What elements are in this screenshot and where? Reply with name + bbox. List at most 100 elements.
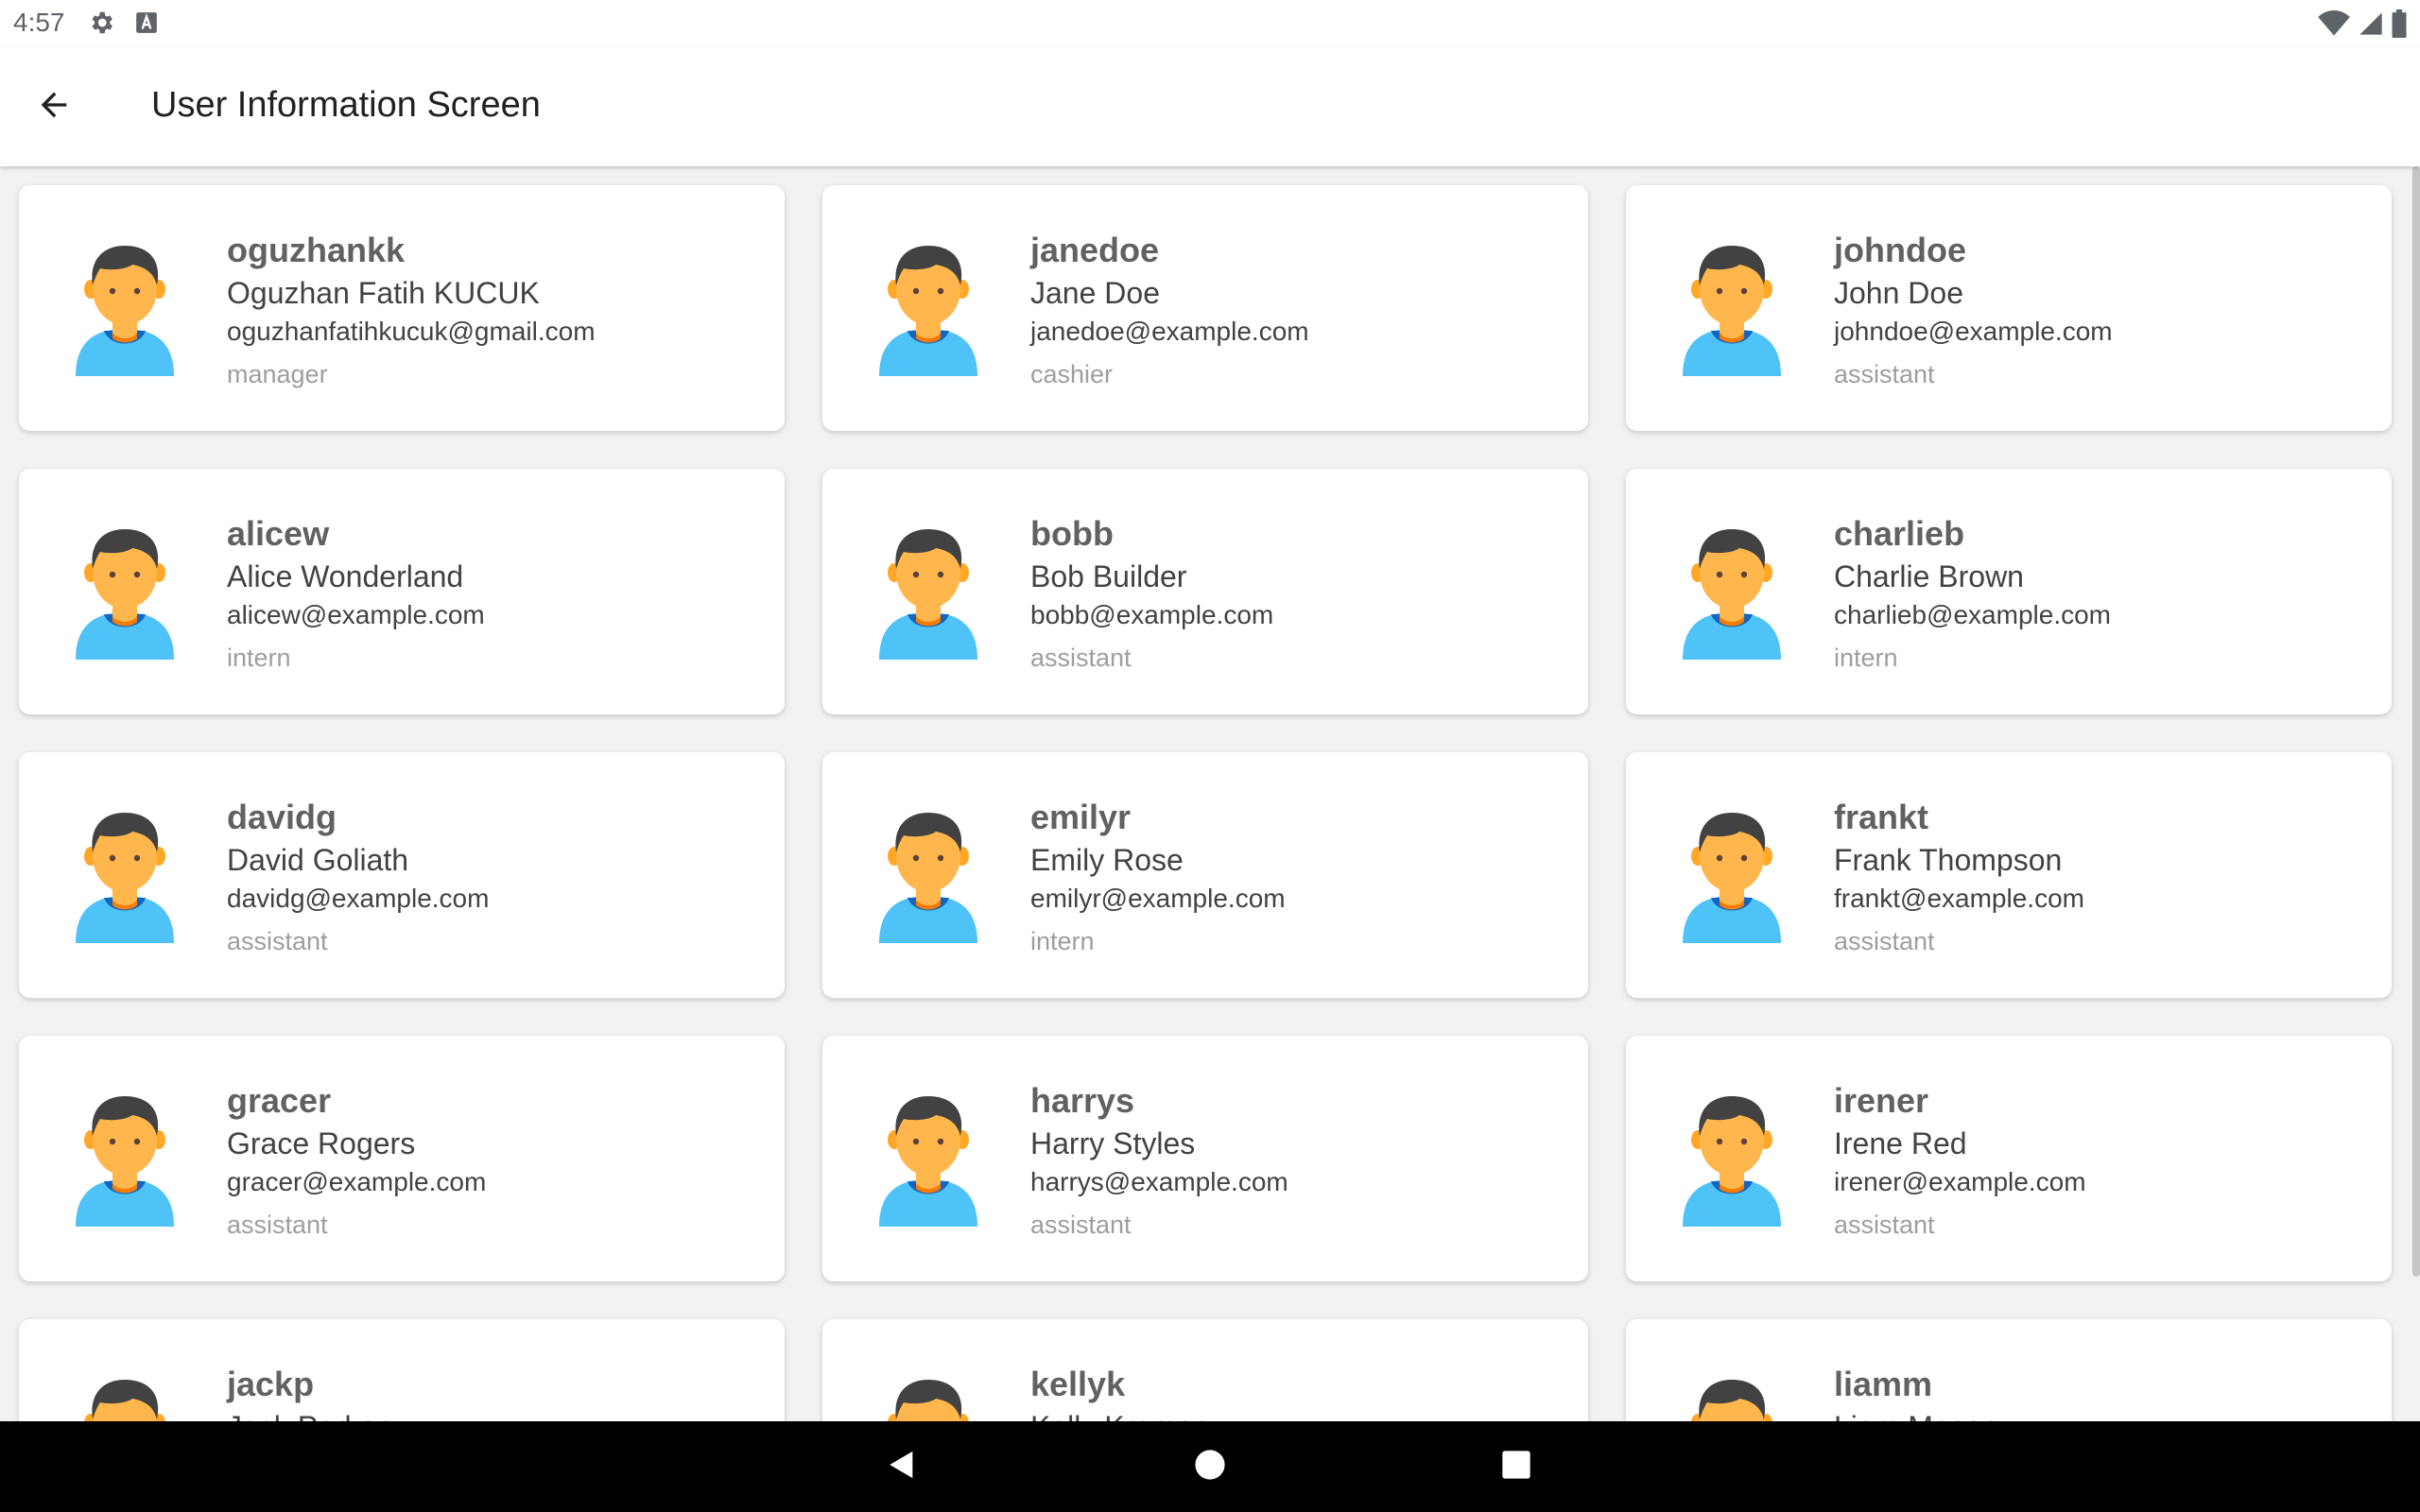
user-info: alicew Alice Wonderland alicew@example.c…	[227, 512, 766, 677]
user-username: frankt	[1834, 798, 1929, 836]
user-full-name: Kelly Kramer	[1030, 1406, 1569, 1421]
user-full-name: Alice Wonderland	[227, 559, 464, 593]
user-info: davidg David Goliath davidg@example.com …	[227, 796, 766, 960]
arrow-back-icon	[35, 86, 73, 129]
user-full-name: Bob Builder	[1030, 559, 1187, 593]
user-card[interactable]: frankt Frank Thompson frankt@example.com…	[1626, 752, 2392, 998]
user-role: assistant	[227, 1211, 328, 1239]
scrollbar[interactable]	[2412, 166, 2420, 1277]
user-role: assistant	[1834, 360, 1935, 388]
home-circle-icon	[1194, 1449, 1226, 1486]
user-full-name: Oguzhan Fatih KUCUK	[227, 276, 540, 310]
user-full-name: David Goliath	[227, 843, 409, 877]
user-card[interactable]: emilyr Emily Rose emilyr@example.com int…	[822, 752, 1588, 998]
user-info: liamm Liam Mason	[1834, 1363, 2373, 1421]
user-card[interactable]: janedoe Jane Doe janedoe@example.com cas…	[822, 185, 1588, 431]
nav-back-button[interactable]	[877, 1442, 926, 1491]
back-button[interactable]	[21, 74, 87, 140]
user-card[interactable]: davidg David Goliath davidg@example.com …	[19, 752, 785, 998]
user-info: harrys Harry Styles harrys@example.com a…	[1030, 1079, 1569, 1244]
user-card[interactable]: alicew Alice Wonderland alicew@example.c…	[19, 469, 785, 714]
user-full-name: Grace Rogers	[227, 1126, 416, 1160]
user-card[interactable]: liamm Liam Mason	[1626, 1319, 2392, 1421]
user-card[interactable]: jackp Jack Parker	[19, 1319, 785, 1421]
status-time: 4:57	[13, 8, 65, 37]
user-avatar-icon	[875, 809, 981, 943]
user-email: gracer@example.com	[227, 1167, 487, 1196]
user-username: janedoe	[1030, 231, 1160, 269]
user-email: harrys@example.com	[1030, 1167, 1288, 1196]
status-bar: 4:57	[0, 0, 2420, 47]
user-role: intern	[1834, 644, 1898, 672]
user-full-name: Harry Styles	[1030, 1126, 1196, 1160]
wifi-icon	[2318, 10, 2350, 42]
user-info: charlieb Charlie Brown charlieb@example.…	[1834, 512, 2373, 677]
user-full-name: Emily Rose	[1030, 843, 1184, 877]
user-username: emilyr	[1030, 798, 1132, 836]
user-full-name: Charlie Brown	[1834, 559, 2024, 593]
user-full-name: Irene Red	[1834, 1126, 1967, 1160]
user-card[interactable]: irener Irene Red irener@example.com assi…	[1626, 1036, 2392, 1281]
user-info: frankt Frank Thompson frankt@example.com…	[1834, 796, 2373, 960]
user-role: assistant	[1834, 927, 1935, 955]
user-role: cashier	[1030, 360, 1114, 388]
user-card[interactable]: charlieb Charlie Brown charlieb@example.…	[1626, 469, 2392, 714]
user-username: jackp	[227, 1365, 315, 1403]
user-card[interactable]: oguzhankk Oguzhan Fatih KUCUK oguzhanfat…	[19, 185, 785, 431]
user-username: irener	[1834, 1081, 1929, 1120]
page-title: User Information Screen	[151, 85, 541, 125]
status-icons-left	[87, 9, 159, 42]
user-info: jackp Jack Parker	[227, 1363, 766, 1421]
user-avatar-icon	[72, 1376, 178, 1421]
user-avatar-icon	[1679, 1092, 1785, 1227]
user-info: johndoe John Doe johndoe@example.com ass…	[1834, 229, 2373, 393]
user-card[interactable]: kellyk Kelly Kramer	[822, 1319, 1588, 1421]
user-list[interactable]: oguzhankk Oguzhan Fatih KUCUK oguzhanfat…	[0, 166, 2420, 1421]
user-full-name: Frank Thompson	[1834, 843, 2063, 877]
user-avatar-icon	[72, 525, 178, 660]
nav-home-button[interactable]	[1185, 1442, 1235, 1491]
user-role: assistant	[1030, 644, 1132, 672]
user-email: irener@example.com	[1834, 1167, 2086, 1196]
nav-recents-button[interactable]	[1492, 1442, 1541, 1491]
user-avatar-icon	[72, 1092, 178, 1227]
user-role: intern	[1030, 927, 1095, 955]
user-info: kellyk Kelly Kramer	[1030, 1363, 1569, 1421]
user-avatar-icon	[875, 525, 981, 660]
user-role: assistant	[1834, 1211, 1935, 1239]
user-email: emilyr@example.com	[1030, 884, 1286, 913]
user-role: intern	[227, 644, 291, 672]
user-avatar-icon	[72, 809, 178, 943]
user-info: bobb Bob Builder bobb@example.com assist…	[1030, 512, 1569, 677]
user-avatar-icon	[1679, 242, 1785, 376]
user-email: frankt@example.com	[1834, 884, 2084, 913]
user-email: janedoe@example.com	[1030, 317, 1309, 346]
user-card[interactable]: bobb Bob Builder bobb@example.com assist…	[822, 469, 1588, 714]
user-username: johndoe	[1834, 231, 1966, 269]
user-email: johndoe@example.com	[1834, 317, 2113, 346]
user-info: oguzhankk Oguzhan Fatih KUCUK oguzhanfat…	[227, 229, 766, 393]
user-email: bobb@example.com	[1030, 600, 1274, 629]
user-card[interactable]: johndoe John Doe johndoe@example.com ass…	[1626, 185, 2392, 431]
user-username: charlieb	[1834, 514, 1965, 553]
user-card[interactable]: harrys Harry Styles harrys@example.com a…	[822, 1036, 1588, 1281]
user-card[interactable]: gracer Grace Rogers gracer@example.com a…	[19, 1036, 785, 1281]
user-username: oguzhankk	[227, 231, 406, 269]
back-triangle-icon	[886, 1448, 918, 1486]
user-email: davidg@example.com	[227, 884, 490, 913]
user-username: bobb	[1030, 514, 1114, 553]
user-avatar-icon	[72, 242, 178, 376]
app-bar: User Information Screen	[0, 47, 2420, 166]
user-email: charlieb@example.com	[1834, 600, 2111, 629]
user-info: janedoe Jane Doe janedoe@example.com cas…	[1030, 229, 1569, 393]
user-avatar-icon	[1679, 525, 1785, 660]
user-username: gracer	[227, 1081, 332, 1120]
user-full-name: Liam Mason	[1834, 1406, 2373, 1421]
user-grid: oguzhankk Oguzhan Fatih KUCUK oguzhanfat…	[19, 185, 2392, 1421]
user-role: assistant	[1030, 1211, 1132, 1239]
user-avatar-icon	[1679, 809, 1785, 943]
navigation-bar	[0, 1421, 2420, 1512]
user-full-name: John Doe	[1834, 276, 1963, 310]
user-full-name: Jack Parker	[227, 1406, 766, 1421]
user-role: assistant	[227, 927, 328, 955]
